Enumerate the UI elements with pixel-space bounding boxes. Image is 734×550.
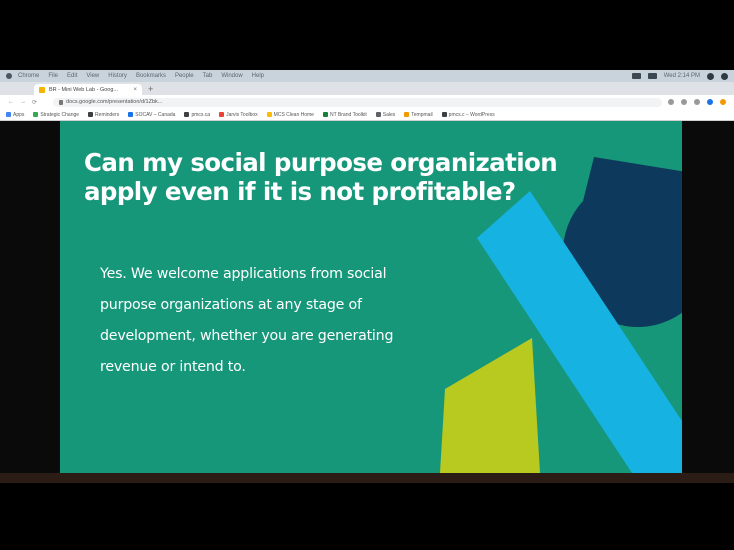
bookmark-favicon-icon — [184, 112, 190, 117]
bookmarks-bar: Apps Strategic Change Reminders SOCAV – … — [0, 109, 734, 121]
menu-bookmarks[interactable]: Bookmarks — [136, 73, 166, 79]
bookmark-item[interactable]: Sales — [375, 112, 395, 118]
bookmark-favicon-icon — [404, 112, 410, 117]
reload-icon[interactable]: ⟳ — [32, 99, 37, 106]
extensions-area — [668, 99, 726, 105]
bookmark-favicon-icon — [33, 112, 39, 117]
wifi-icon[interactable] — [647, 73, 657, 79]
browser-toolbar: ← → ⟳ docs.google.com/presentation/d/1Zb… — [0, 95, 734, 109]
presentation-bottom-strip — [0, 473, 734, 483]
new-tab-button[interactable]: + — [148, 84, 153, 95]
browser-tab-strip: BR - Mini Web Lab - Goog... × + — [0, 82, 734, 95]
browser-tab-active[interactable]: BR - Mini Web Lab - Goog... × — [34, 84, 142, 95]
bookmark-favicon-icon — [375, 112, 381, 117]
lime-parallelogram — [440, 338, 540, 473]
menu-bar-status-area: Wed 2:14 PM — [631, 72, 728, 80]
bookmark-item[interactable]: Strategic Change — [33, 112, 79, 118]
bookmark-item[interactable]: MCS Clean Home — [266, 112, 314, 118]
menu-file[interactable]: File — [48, 73, 58, 79]
bookmark-item[interactable]: Apps — [6, 112, 24, 118]
tab-title: BR - Mini Web Lab - Goog... — [49, 86, 118, 93]
bookmark-star-icon[interactable] — [668, 99, 674, 105]
battery-icon[interactable] — [631, 73, 641, 79]
bookmark-item[interactable]: Jarvis Toolbox — [219, 112, 258, 118]
apple-menu-icon[interactable] — [6, 73, 12, 79]
bookmark-favicon-icon — [219, 112, 225, 117]
bookmark-favicon-icon — [441, 112, 447, 117]
slide-headline: Can my social purpose organization apply… — [84, 148, 558, 206]
forward-arrow-icon[interactable]: → — [20, 99, 26, 105]
menu-tab[interactable]: Tab — [203, 73, 213, 79]
slides-favicon-icon — [39, 86, 45, 93]
bookmark-favicon-icon — [88, 112, 94, 117]
profile-avatar[interactable] — [707, 99, 713, 105]
back-arrow-icon[interactable]: ← — [8, 99, 14, 105]
notification-center-icon[interactable] — [721, 72, 728, 80]
bookmark-item[interactable]: pmcs.c – WordPress — [441, 112, 495, 118]
bookmark-favicon-icon — [266, 112, 272, 117]
bookmark-item[interactable]: NT Brand Toolkit — [322, 112, 367, 118]
slide: Can my social purpose organization apply… — [60, 121, 682, 473]
lock-icon — [59, 99, 64, 105]
address-bar[interactable]: docs.google.com/presentation/d/1Zbk... — [53, 97, 662, 107]
tab-close-button[interactable]: × — [133, 87, 137, 93]
bookmark-item[interactable]: SOCAV – Canada — [128, 112, 175, 118]
bookmark-favicon-icon — [322, 112, 328, 117]
menu-help[interactable]: Help — [252, 73, 264, 79]
menu-window[interactable]: Window — [221, 73, 242, 79]
extension-icon-2[interactable] — [694, 99, 700, 105]
menu-edit[interactable]: Edit — [67, 73, 77, 79]
slide-body-text: Yes. We welcome applications from social… — [100, 266, 394, 375]
menu-view[interactable]: View — [86, 73, 99, 79]
chrome-menu-icon[interactable] — [720, 99, 726, 105]
menu-history[interactable]: History — [108, 73, 127, 79]
bookmark-item[interactable]: Tempmail — [404, 112, 433, 118]
menu-chrome[interactable]: Chrome — [18, 73, 39, 79]
spotlight-icon[interactable] — [707, 72, 714, 80]
extension-icon[interactable] — [681, 99, 687, 105]
apps-grid-icon — [6, 112, 11, 117]
menu-bar-clock[interactable]: Wed 2:14 PM — [664, 73, 700, 79]
bookmark-favicon-icon — [128, 112, 134, 117]
bookmark-item[interactable]: pmcs.ca — [184, 112, 210, 118]
bookmark-item[interactable]: Reminders — [88, 112, 119, 118]
address-bar-url: docs.google.com/presentation/d/1Zbk... — [66, 99, 163, 105]
menu-people[interactable]: People — [175, 73, 194, 79]
macos-menu-bar: Chrome File Edit View History Bookmarks … — [0, 70, 734, 82]
